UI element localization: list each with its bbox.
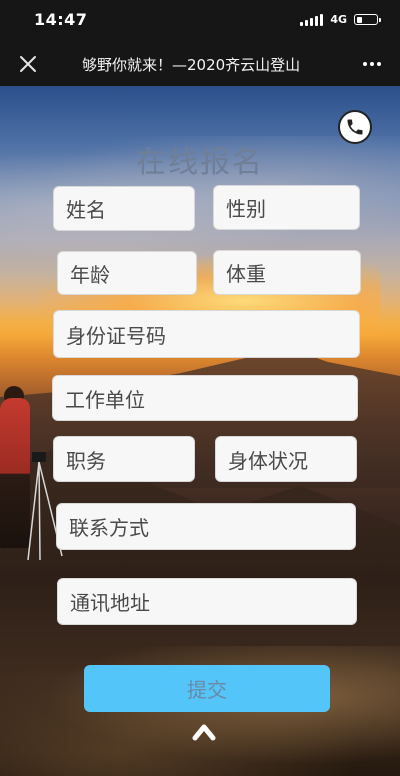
close-icon[interactable] xyxy=(16,52,40,76)
employer-field[interactable]: 工作单位 xyxy=(52,375,358,421)
phone-icon xyxy=(347,119,363,135)
status-bar: 14:47 4G xyxy=(0,0,400,42)
id-number-field[interactable]: 身份证号码 xyxy=(53,310,360,358)
nav-bar: 够野你就来！—2020齐云山登山 xyxy=(0,42,400,86)
weight-field[interactable]: 体重 xyxy=(213,250,361,295)
health-field[interactable]: 身体状况 xyxy=(215,436,357,482)
contact-field[interactable]: 联系方式 xyxy=(56,503,356,550)
status-time: 14:47 xyxy=(34,10,88,29)
status-indicators: 4G xyxy=(300,13,381,26)
signal-icon xyxy=(300,13,324,26)
page-title-bar: 够野你就来！—2020齐云山登山 xyxy=(82,56,301,74)
battery-level xyxy=(356,16,362,23)
position-field[interactable]: 职务 xyxy=(53,436,195,482)
chevron-up-icon[interactable] xyxy=(192,718,216,744)
battery-icon xyxy=(354,14,381,25)
network-type: 4G xyxy=(330,13,347,26)
form-title: 在线报名 xyxy=(136,145,264,180)
age-field[interactable]: 年龄 xyxy=(57,251,197,295)
more-icon[interactable] xyxy=(360,52,384,76)
name-field[interactable]: 姓名 xyxy=(53,186,195,231)
address-field[interactable]: 通讯地址 xyxy=(57,578,357,625)
screen: 14:47 4G 够野你就来！—2020齐云山登山 在线报名 姓名 性别 年龄 … xyxy=(0,0,400,776)
gender-field[interactable]: 性别 xyxy=(213,185,360,230)
submit-button[interactable]: 提交 xyxy=(84,665,330,712)
